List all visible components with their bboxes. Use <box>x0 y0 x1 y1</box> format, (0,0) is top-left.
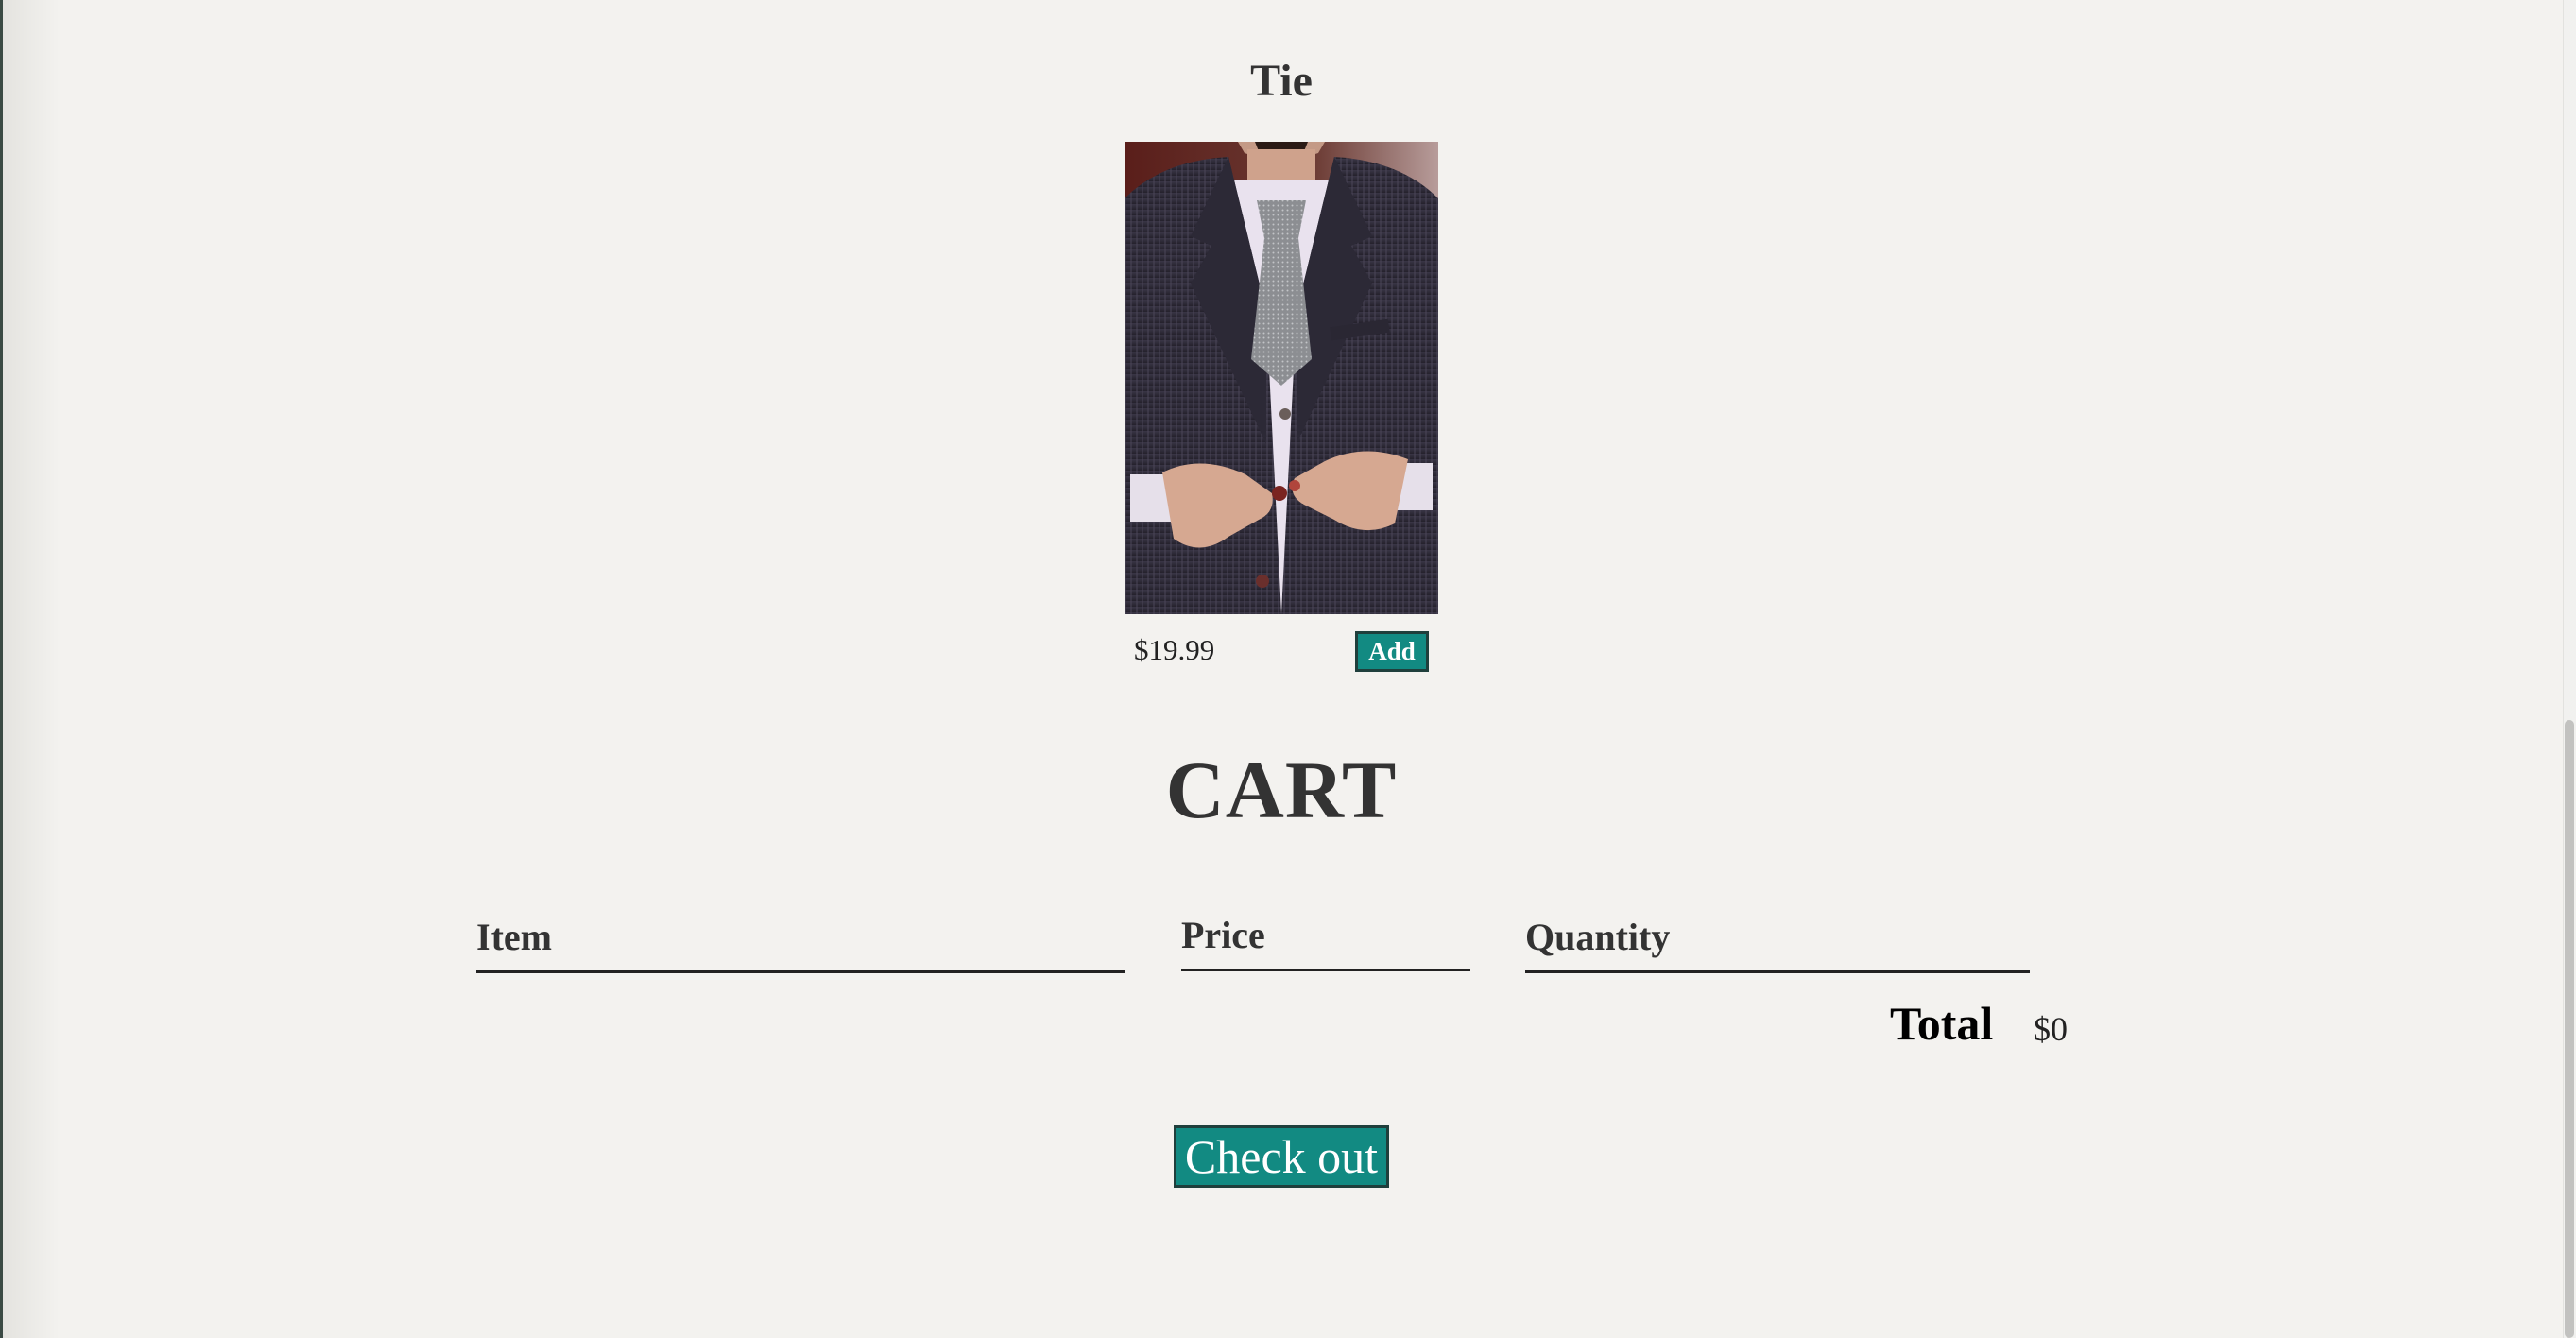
add-to-cart-button[interactable]: Add <box>1355 631 1429 672</box>
cart-column-quantity: Quantity <box>1525 915 2030 973</box>
product-image <box>1125 142 1438 614</box>
vertical-scrollbar[interactable] <box>2563 0 2576 1338</box>
window-shadow <box>3 0 60 1338</box>
product-title: Tie <box>1250 56 1313 106</box>
checkout-button[interactable]: Check out <box>1174 1125 1389 1188</box>
cart-column-item: Item <box>476 915 1125 973</box>
product-price: $19.99 <box>1134 633 1215 666</box>
cart-total-label: Total <box>1890 997 1994 1050</box>
cart-title: CART <box>1165 745 1398 835</box>
scrollbar-thumb[interactable] <box>2565 720 2574 1338</box>
cart-total-value: $0 <box>2034 1010 2068 1048</box>
cart-column-price: Price <box>1181 913 1470 971</box>
shop-page: Tie $19.99 Add CART Item Price Quantity … <box>0 0 2576 1338</box>
